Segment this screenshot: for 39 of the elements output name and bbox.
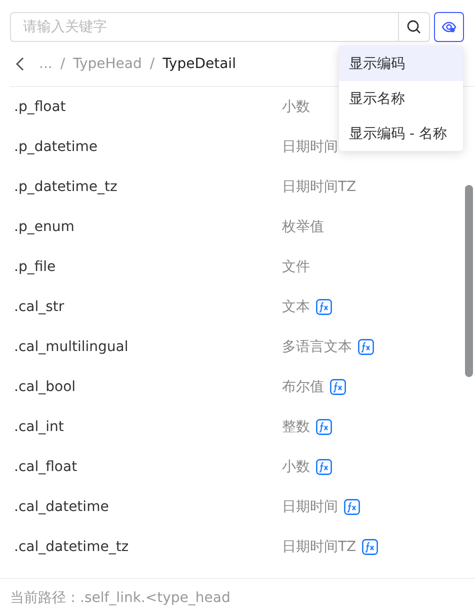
back-icon[interactable]: [15, 57, 25, 71]
menu-item[interactable]: 显示名称: [339, 81, 463, 116]
menu-item[interactable]: 显示编码: [339, 46, 463, 81]
field-name: 日期时间TZ: [282, 178, 356, 196]
field-code: .p_datetime_tz: [14, 179, 118, 195]
field-code: .p_datetime: [14, 139, 99, 155]
field-name: 整数: [282, 418, 310, 436]
field-name: 文本: [282, 298, 310, 316]
scrollbar-thumb[interactable]: [465, 185, 473, 377]
field-name: 文件: [282, 258, 310, 276]
field-name: 日期时间: [282, 498, 338, 516]
field-name: 日期时间TZ: [282, 538, 356, 556]
field-code: .cal_datetime: [14, 499, 110, 515]
search-field[interactable]: 请输入关键字: [10, 12, 398, 42]
field-code: .cal_multilingual: [14, 339, 130, 355]
menu-item[interactable]: 显示编码 - 名称: [339, 116, 463, 151]
field-name: 枚举值: [282, 218, 324, 236]
field-code: .p_enum: [14, 219, 76, 235]
field-code: .cal_datetime_tz: [14, 539, 130, 555]
breadcrumb-separator: /: [150, 56, 155, 72]
field-code: .cal_bool: [14, 379, 77, 395]
current-path: .self_link.<type_head: [80, 590, 230, 606]
view-toggle-button[interactable]: [434, 12, 464, 42]
field-name: 日期时间: [282, 138, 338, 156]
field-code: .cal_str: [14, 299, 66, 315]
search-button[interactable]: [398, 12, 430, 42]
field-name: 多语言文本: [282, 338, 352, 356]
field-code: .cal_float: [14, 459, 78, 475]
search-icon: [406, 19, 422, 35]
field-code: .p_file: [14, 259, 57, 275]
breadcrumb-separator: /: [60, 56, 66, 72]
field-name: 小数: [282, 98, 310, 116]
field-code: .p_float: [14, 99, 67, 115]
field-name: 布尔值: [282, 378, 324, 396]
breadcrumb-item[interactable]: TypeDetail: [162, 56, 236, 72]
field-name: 小数: [282, 458, 310, 476]
eye-icon: [441, 19, 457, 35]
field-code: .cal_int: [14, 419, 65, 435]
status-label: 当前路径：: [10, 588, 80, 606]
